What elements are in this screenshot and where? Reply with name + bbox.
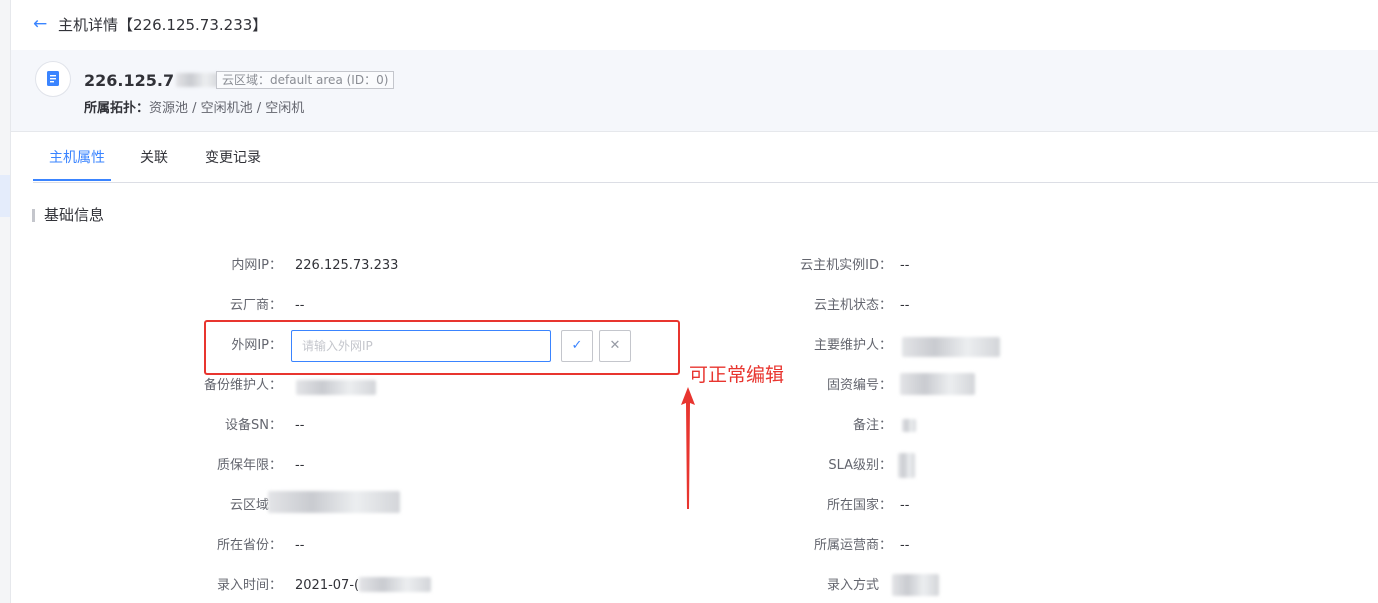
field-label-remark: 备注： bbox=[852, 418, 892, 433]
page-title: 主机详情【226.125.73.233】 bbox=[58, 16, 268, 34]
redacted-blur bbox=[268, 491, 400, 513]
entry-time-text: 2021-07-( bbox=[295, 578, 360, 593]
redacted-blur bbox=[902, 419, 916, 432]
field-value-host-status: -- bbox=[900, 298, 910, 313]
sidebar-active-marker bbox=[0, 175, 10, 217]
field-value-internal-ip: 226.125.73.233 bbox=[295, 258, 399, 273]
section-marker bbox=[32, 209, 35, 222]
confirm-button[interactable]: ✓ bbox=[561, 330, 593, 362]
redacted-blur bbox=[902, 337, 1000, 357]
cloud-area-tag: 云区域：default area (ID：0) bbox=[216, 71, 395, 89]
field-label-entry-method: 录入方式 bbox=[826, 578, 879, 593]
redacted-blur bbox=[898, 453, 915, 478]
topology-path: 资源池 / 空闲机池 / 空闲机 bbox=[149, 101, 305, 116]
field-label-warranty: 质保年限： bbox=[216, 458, 282, 473]
redacted-blur bbox=[359, 577, 432, 592]
host-ip-text: 226.125.7 bbox=[84, 71, 175, 90]
field-value-entry-time: 2021-07-( bbox=[295, 577, 432, 595]
field-label-province: 所在省份： bbox=[216, 538, 282, 553]
field-value-province: -- bbox=[295, 538, 305, 553]
annotation-arrow-icon bbox=[681, 387, 695, 509]
tab-relations[interactable]: 关联 bbox=[140, 148, 168, 168]
page-header: ← 主机详情【226.125.73.233】 bbox=[11, 0, 1378, 50]
field-label-backup-maintainer: 备份维护人： bbox=[203, 378, 282, 393]
redacted-blur bbox=[892, 574, 939, 596]
redacted-blur bbox=[296, 380, 376, 395]
field-label-entry-time: 录入时间： bbox=[216, 578, 282, 593]
field-value-carrier: -- bbox=[900, 538, 910, 553]
tab-host-properties[interactable]: 主机属性 bbox=[49, 148, 105, 168]
annotation-label: 可正常编辑 bbox=[689, 364, 785, 386]
cancel-button[interactable]: ✕ bbox=[599, 330, 631, 362]
redacted-blur bbox=[900, 373, 975, 395]
close-icon: ✕ bbox=[609, 338, 621, 353]
field-label-country: 所在国家： bbox=[826, 498, 892, 513]
field-label-asset-number: 固资编号： bbox=[826, 378, 892, 393]
field-label-carrier: 所属运营商： bbox=[813, 538, 892, 553]
redacted-blur bbox=[176, 73, 221, 87]
left-sidebar-strip bbox=[0, 0, 11, 603]
topology-label: 所属拓扑： bbox=[84, 101, 150, 116]
field-label-device-sn: 设备SN： bbox=[225, 418, 282, 433]
field-value-warranty: -- bbox=[295, 458, 305, 473]
tab-active-underline bbox=[33, 179, 111, 181]
detail-tabs: 主机属性 关联 变更记录 bbox=[33, 132, 1378, 183]
tab-change-history[interactable]: 变更记录 bbox=[205, 148, 261, 168]
section-title: 基础信息 bbox=[44, 206, 105, 224]
host-ip: 226.125.7 bbox=[84, 70, 221, 92]
field-label-internal-ip: 内网IP： bbox=[231, 258, 282, 273]
arrow-left-icon[interactable]: ← bbox=[33, 13, 47, 35]
host-summary-card: 226.125.7 云区域：default area (ID：0) 所属拓扑：资… bbox=[11, 50, 1378, 132]
field-label-sla-level: SLA级别： bbox=[828, 458, 892, 473]
field-value-device-sn: -- bbox=[295, 418, 305, 433]
field-value-cloud-vendor: -- bbox=[295, 298, 305, 313]
host-icon bbox=[35, 61, 71, 97]
field-label-main-maintainer: 主要维护人： bbox=[813, 338, 892, 353]
topology-line: 所属拓扑：资源池 / 空闲机池 / 空闲机 bbox=[84, 100, 304, 118]
field-label-instance-id: 云主机实例ID： bbox=[800, 258, 892, 273]
check-icon: ✓ bbox=[571, 338, 583, 353]
field-value-instance-id: -- bbox=[900, 258, 910, 273]
field-label-cloud-vendor: 云厂商： bbox=[229, 298, 282, 313]
field-value-country: -- bbox=[900, 498, 910, 513]
field-label-host-status: 云主机状态： bbox=[813, 298, 892, 313]
external-ip-input[interactable] bbox=[291, 330, 551, 362]
